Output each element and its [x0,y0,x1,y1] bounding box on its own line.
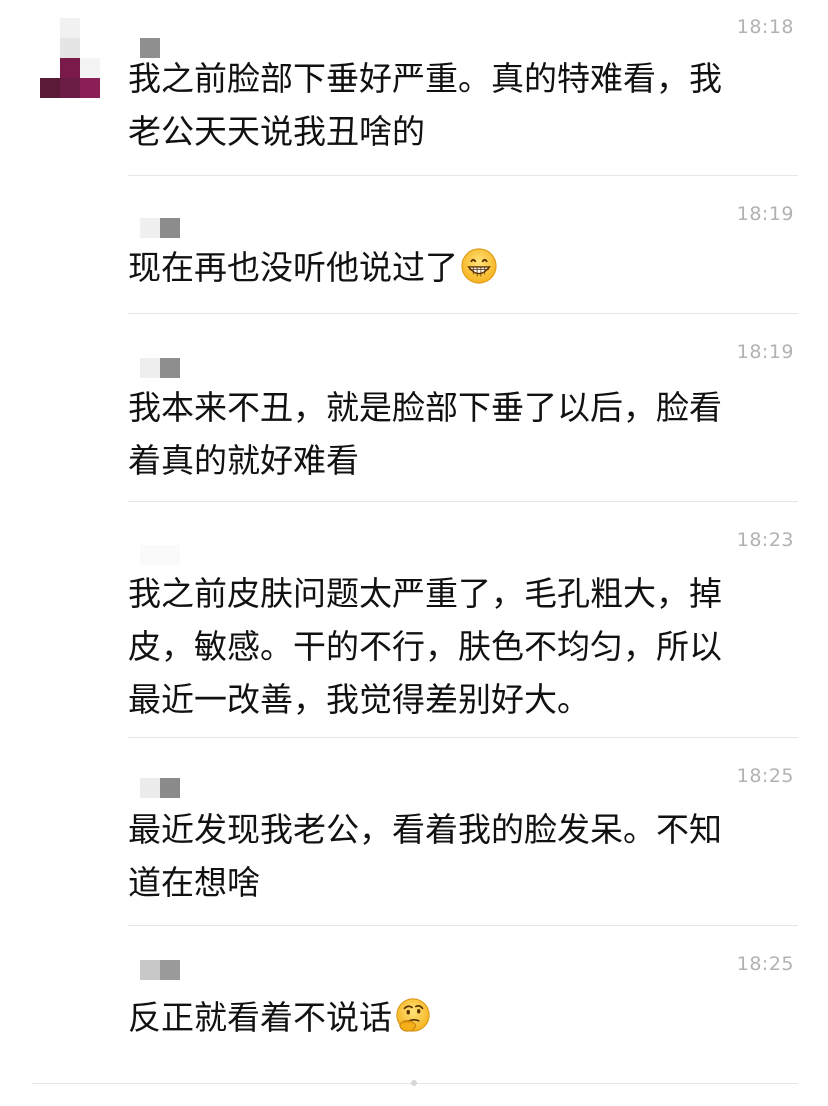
avatar-pixel [60,18,80,38]
message-time: 18:23 [736,529,794,551]
thinking-face-icon [396,998,430,1032]
message-time: 18:18 [736,16,794,38]
grinning-face-icon [461,248,497,284]
avatar[interactable] [40,18,100,98]
message-text: 我之前皮肤问题太严重了，毛孔粗大，掉 皮，敏感。干的不行，肤色不均匀，所以 最近… [128,574,722,719]
avatar-pixel [60,58,80,78]
message-text-content: 反正就看着不说话 [128,998,392,1037]
message-text: 反正就看着不说话 [128,991,778,1044]
avatar-pixel [80,78,100,98]
message-text: 现在再也没听他说过了 [128,241,778,294]
message-text: 我本来不丑，就是脸部下垂了以后，脸看 着真的就好难看 [128,388,722,480]
message-time: 18:19 [736,341,794,363]
message-divider [128,501,798,502]
avatar-pixel [60,38,80,58]
message-time: 18:19 [736,203,794,225]
avatar-pixel [60,78,80,98]
message-time: 18:25 [736,765,794,787]
message-text: 我之前脸部下垂好严重。真的特难看，我 老公天天说我丑啥的 [128,59,722,151]
bottom-dot [411,1080,417,1086]
sender-name-blurred [140,778,180,798]
message-time: 18:25 [736,953,794,975]
message-text-content: 现在再也没听他说过了 [128,248,458,287]
message-divider [128,313,798,314]
sender-name-blurred [140,960,180,980]
sender-name-blurred [140,218,180,238]
message-divider [128,925,798,926]
message-divider [128,175,798,176]
message-divider [128,737,798,738]
avatar-pixel [80,58,100,78]
sender-name-blurred [140,358,180,378]
sender-name-blurred [140,545,180,565]
message-text: 最近发现我老公，看着我的脸发呆。不知 道在想啥 [128,810,722,902]
avatar-pixel [40,78,60,98]
